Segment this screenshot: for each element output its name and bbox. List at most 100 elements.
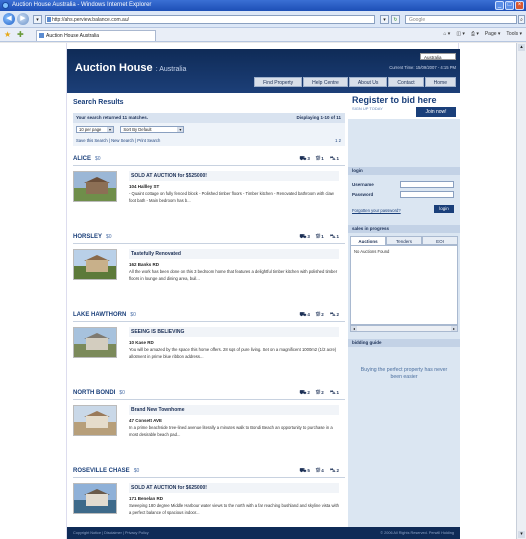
register-title: Register to bid here: [352, 95, 437, 105]
property-photo[interactable]: [73, 405, 117, 436]
page-scrollbar[interactable]: ▴ ▾: [516, 43, 526, 539]
scroll-down-icon[interactable]: ▾: [518, 531, 525, 538]
ie-icon: [2, 2, 9, 9]
listing-price: $0: [130, 312, 136, 318]
page-menu[interactable]: Page ▾: [485, 31, 501, 37]
listing-suburb[interactable]: HORSLEY $0: [73, 234, 112, 240]
web-viewport: Auction House : Australia Australia Curr…: [0, 43, 516, 539]
property-photo[interactable]: [73, 171, 117, 202]
listing-headline[interactable]: SOLD AT AUCTION for $625000!: [129, 483, 339, 493]
password-label: Password: [352, 192, 374, 197]
feeds-icon[interactable]: ◫ ▾: [456, 31, 465, 37]
property-photo[interactable]: [73, 483, 117, 514]
username-field[interactable]: [400, 181, 454, 188]
tab-auction-house[interactable]: Auction House Australia: [36, 30, 156, 41]
address-text: http://ahs.perview.balance.com.au/: [52, 17, 129, 23]
bed-icon: ⛟: [299, 390, 307, 396]
address-dropdown-icon[interactable]: ▾: [380, 15, 389, 24]
listing-details: Brand New Townhome 47 Consett AVE In a p…: [129, 405, 339, 438]
site-logo[interactable]: Auction House : Australia: [75, 62, 186, 74]
bath-icon: ⛆: [315, 234, 321, 240]
listing-header: ALICE $0 ⛟3 ⛆1 ⛍1: [73, 154, 345, 166]
scroll-up-icon[interactable]: ▴: [518, 44, 525, 51]
listing-header: ROSEVILLE CHASE $0 ⛟5 ⛆4 ⛍2: [73, 466, 345, 478]
car-icon: ⛍: [329, 234, 336, 240]
listing-item[interactable]: ROSEVILLE CHASE $0 ⛟5 ⛆4 ⛍2 SOLD AT AUCTI…: [73, 466, 345, 536]
print-icon[interactable]: ⎙ ▾: [471, 31, 479, 37]
per-page-select[interactable]: 10 per page ▾: [76, 126, 114, 133]
tab-eoi[interactable]: EOI: [422, 236, 458, 245]
cars-count: 2: [336, 312, 339, 317]
listing-item[interactable]: ALICE $0 ⛟3 ⛆1 ⛍1 SOLD AT AUCTION for $52…: [73, 154, 345, 224]
minimize-icon[interactable]: _: [495, 1, 504, 10]
refresh-icon[interactable]: ↻: [391, 15, 400, 24]
cars-count: 1: [336, 390, 339, 395]
nav-help-centre[interactable]: Help Centre: [303, 77, 348, 87]
property-photo[interactable]: [73, 249, 117, 280]
favorites-star-icon[interactable]: ★: [4, 30, 11, 39]
listing-address: 47 Consett AVE: [129, 418, 163, 423]
login-button[interactable]: login: [434, 205, 454, 213]
listing-suburb[interactable]: ROSEVILLE CHASE $0: [73, 468, 139, 474]
nav-about-us[interactable]: About Us: [348, 77, 388, 87]
address-input[interactable]: http://ahs.perview.balance.com.au/: [45, 15, 375, 24]
listing-suburb[interactable]: LAKE HAWTHORN $0: [73, 312, 136, 318]
browser-search-input[interactable]: Google: [405, 15, 517, 24]
listing-item[interactable]: LAKE HAWTHORN $0 ⛟4 ⛆2 ⛍2 SEEING IS BELIE…: [73, 310, 345, 380]
join-now-button[interactable]: Join now!: [416, 107, 456, 117]
listing-headline[interactable]: SOLD AT AUCTION for $525000!: [129, 171, 339, 181]
pagination[interactable]: 1 2: [335, 136, 341, 146]
listing-address: 171 Benelan RD: [129, 496, 164, 501]
listing-suburb[interactable]: ALICE $0: [73, 156, 101, 162]
maximize-icon[interactable]: □: [505, 1, 514, 10]
scroll-left-icon[interactable]: ◂: [351, 326, 357, 331]
listing-item[interactable]: NORTH BONDI $0 ⛟2 ⛆2 ⛍1 Brand New Townhom…: [73, 388, 345, 458]
sales-in-progress-heading: sales in progress: [348, 225, 460, 233]
sales-scrollbar[interactable]: ◂ ▸: [350, 325, 458, 332]
search-action-links[interactable]: Save this Search | New Search | Print Se…: [76, 138, 160, 143]
listing-features: ⛟3 ⛆1 ⛍1: [299, 234, 339, 241]
region-select[interactable]: Australia: [420, 53, 456, 60]
listing-headline[interactable]: SEEING IS BELIEVING: [129, 327, 339, 337]
no-auctions-text: No Auctions Found: [354, 249, 390, 254]
listing-price: $0: [95, 156, 101, 162]
cars-count: 1: [336, 156, 339, 161]
baths-count: 1: [321, 156, 324, 161]
listing-header: NORTH BONDI $0 ⛟2 ⛆2 ⛍1: [73, 388, 345, 400]
tab-tenders[interactable]: Tenders: [386, 236, 422, 245]
tools-menu[interactable]: Tools ▾: [506, 31, 522, 37]
tab-auctions[interactable]: Auctions: [350, 236, 386, 245]
beds-feature: ⛟3: [299, 156, 309, 163]
add-favorites-icon[interactable]: ✚: [17, 30, 24, 39]
listing-headline[interactable]: Brand New Townhome: [129, 405, 339, 415]
scroll-right-icon[interactable]: ▸: [451, 326, 457, 331]
suburb-name: HORSLEY: [73, 234, 103, 240]
cars-count: 2: [336, 468, 339, 473]
back-icon[interactable]: ◀: [3, 13, 15, 25]
home-icon[interactable]: ⌂ ▾: [443, 31, 450, 37]
footer-links[interactable]: Copyright Notice | Disclaimer | Privacy …: [73, 531, 149, 535]
beds-count: 3: [307, 156, 310, 161]
listing-item[interactable]: HORSLEY $0 ⛟3 ⛆1 ⛍1 Tastefully Renovated …: [73, 232, 345, 302]
listing-suburb[interactable]: NORTH BONDI $0: [73, 390, 125, 396]
forward-icon[interactable]: ▶: [17, 13, 29, 25]
listing-headline[interactable]: Tastefully Renovated: [129, 249, 339, 259]
sort-select[interactable]: Sort By Default ▾: [120, 126, 185, 133]
listing-description: In a prime beachside tree-lined avenue l…: [129, 425, 333, 437]
forgot-password-link[interactable]: Forgotten your password?: [352, 208, 401, 213]
search-icon[interactable]: ⌕: [518, 15, 525, 24]
cars-feature: ⛍1: [330, 156, 339, 163]
window-title: Auction House Australia - Windows Intern…: [12, 2, 152, 8]
nav-find-property[interactable]: Find Property: [254, 77, 303, 87]
nav-contact[interactable]: Contact: [388, 77, 424, 87]
sort-value: Sort By Default: [123, 127, 152, 132]
suburb-name: ALICE: [73, 156, 91, 162]
close-icon[interactable]: ×: [515, 1, 524, 10]
password-field[interactable]: [400, 191, 454, 198]
nav-home[interactable]: Home: [424, 77, 456, 87]
baths-feature: ⛆2: [316, 312, 324, 319]
property-photo[interactable]: [73, 327, 117, 358]
listing-details: SOLD AT AUCTION for $625000! 171 Benelan…: [129, 483, 339, 516]
history-dropdown-icon[interactable]: ▾: [33, 15, 42, 24]
bidding-guide-text[interactable]: Buying the perfect property has never be…: [356, 367, 452, 381]
